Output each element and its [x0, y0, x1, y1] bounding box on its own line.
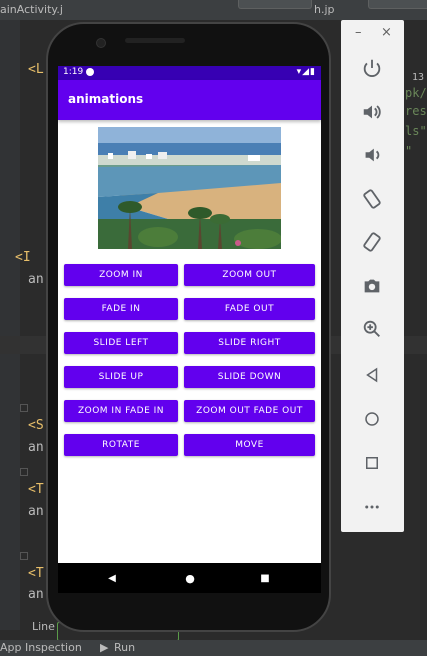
code-tag: <L [28, 62, 44, 77]
run-tab[interactable]: Run [114, 641, 135, 654]
code-string: res- [405, 104, 427, 118]
code-attr: an [28, 504, 44, 519]
status-bar: 1:19 ▾◢▮ [58, 66, 321, 80]
line-number: 13 [412, 72, 425, 83]
speaker-grille [125, 38, 185, 43]
status-time: 1:19 [63, 67, 84, 77]
fold-marker-icon[interactable] [20, 468, 28, 476]
slide-left-button[interactable]: SLIDE LEFT [64, 332, 178, 354]
nav-recents-icon[interactable]: ■ [257, 570, 273, 586]
minimize-button[interactable]: – [355, 25, 362, 40]
home-icon[interactable] [357, 404, 387, 434]
fade-out-button[interactable]: FADE OUT [184, 298, 315, 320]
close-button[interactable]: × [381, 25, 392, 40]
rotate-left-icon[interactable] [357, 184, 387, 214]
zoom-icon[interactable] [357, 314, 387, 344]
code-tag: <T [28, 566, 44, 581]
emulator-toolbar: – × [341, 20, 404, 532]
device-selector-button[interactable] [368, 0, 427, 9]
fold-marker-icon[interactable] [20, 552, 28, 560]
app-inspection-tab[interactable]: App Inspection [0, 641, 82, 654]
fold-marker-icon[interactable] [20, 404, 28, 412]
nav-back-icon[interactable]: ◀ [104, 570, 120, 586]
code-attr: an [28, 272, 44, 287]
code-string: ls" [405, 124, 427, 138]
zoom-in-button[interactable]: ZOOM IN [64, 264, 178, 286]
back-icon[interactable] [357, 360, 387, 390]
notification-icon [86, 68, 94, 76]
line-label: Line [32, 620, 55, 633]
ide-bottom-toolbar: App Inspection ▶ Run [0, 640, 427, 656]
move-button[interactable]: MOVE [184, 434, 315, 456]
slide-right-button[interactable]: SLIDE RIGHT [184, 332, 315, 354]
editor-tab-mainactivity[interactable]: ainActivity.j [0, 0, 63, 20]
slide-up-button[interactable]: SLIDE UP [64, 366, 178, 388]
run-config-button[interactable] [238, 0, 312, 9]
overview-icon[interactable] [357, 448, 387, 478]
app-bar: animations [58, 80, 321, 120]
slide-down-button[interactable]: SLIDE DOWN [184, 366, 315, 388]
volume-down-icon[interactable] [357, 140, 387, 170]
editor-gutter [0, 20, 20, 630]
more-icon[interactable] [357, 492, 387, 522]
zoom-out-button[interactable]: ZOOM OUT [184, 264, 315, 286]
animated-image [98, 127, 281, 249]
zoom-out-fade-out-button[interactable]: ZOOM OUT FADE OUT [184, 400, 315, 422]
code-tag: <S [28, 418, 44, 433]
code-string: pk/ [405, 86, 427, 100]
volume-up-icon[interactable] [357, 97, 387, 127]
editor-tab-image[interactable]: h.jp [314, 0, 374, 20]
phone-screen: 1:19 ▾◢▮ animations ZOOM IN ZOOM OUT FAD… [58, 66, 321, 563]
rotate-button[interactable]: ROTATE [64, 434, 178, 456]
code-tag: <T [28, 482, 44, 497]
code-tag: <I [15, 250, 31, 265]
zoom-in-fade-in-button[interactable]: ZOOM IN FADE IN [64, 400, 178, 422]
rotate-right-icon[interactable] [357, 227, 387, 257]
app-title: animations [68, 92, 144, 106]
fade-in-button[interactable]: FADE IN [64, 298, 178, 320]
front-camera-icon [96, 38, 106, 48]
nav-home-icon[interactable]: ● [182, 570, 198, 586]
run-icon: ▶ [100, 641, 109, 654]
code-string: " [405, 144, 413, 158]
android-nav-bar: ◀ ● ■ [58, 563, 321, 593]
system-status-icons: ▾◢▮ [296, 67, 316, 77]
code-attr: an [28, 440, 44, 455]
power-icon[interactable] [357, 53, 387, 83]
camera-icon[interactable] [357, 271, 387, 301]
code-attr: an [28, 587, 44, 602]
